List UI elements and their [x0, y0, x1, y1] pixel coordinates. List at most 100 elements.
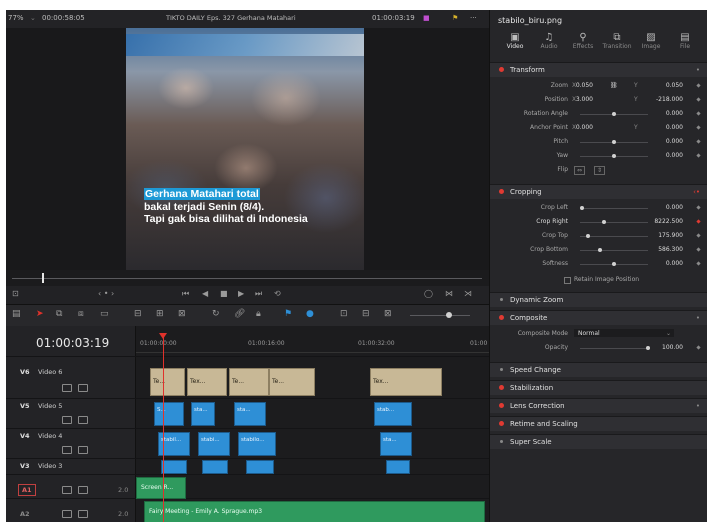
- enable-toggle-icon[interactable]: [499, 385, 504, 390]
- zoom-y-field[interactable]: 0.050: [666, 82, 683, 89]
- track-lock-icon[interactable]: [62, 384, 72, 392]
- keyframe-icon[interactable]: [696, 233, 701, 238]
- section-lens-correction[interactable]: Lens Correction •: [490, 398, 707, 413]
- slider-knob[interactable]: [612, 140, 616, 144]
- image-clip[interactable]: [202, 460, 228, 474]
- tab-transition[interactable]: ⧉ Transition: [602, 32, 632, 58]
- timeline-ruler[interactable]: 01:00:00:00 01:00:16:00 01:00:32:00 01:0…: [136, 338, 489, 353]
- image-clip[interactable]: stabi...: [198, 432, 230, 456]
- enable-toggle-icon[interactable]: [499, 315, 504, 320]
- track-id[interactable]: A1: [18, 484, 36, 496]
- retain-checkbox[interactable]: [564, 277, 571, 284]
- scrub-handle[interactable]: [42, 273, 44, 283]
- enable-toggle-icon[interactable]: [499, 67, 504, 72]
- stop-icon[interactable]: ■: [220, 289, 228, 298]
- lock-icon[interactable]: 🔒︎: [256, 309, 261, 319]
- crop-left-field[interactable]: 0.000: [666, 204, 683, 211]
- enable-toggle-icon[interactable]: [499, 403, 504, 408]
- color-flag-icon[interactable]: ■: [423, 14, 430, 22]
- pitch-field[interactable]: 0.000: [666, 138, 683, 145]
- text-clip[interactable]: Te...: [150, 368, 185, 396]
- loop-icon[interactable]: ⟲: [274, 289, 281, 298]
- slider-knob[interactable]: [646, 346, 650, 350]
- keyframe-icon[interactable]: [696, 97, 701, 102]
- play-reverse-icon[interactable]: ◀: [202, 289, 208, 298]
- tab-file[interactable]: ▤ File: [670, 32, 700, 58]
- snapping-icon[interactable]: ↻: [212, 309, 220, 319]
- slider-knob[interactable]: [598, 248, 602, 252]
- crop-bottom-slider[interactable]: [580, 250, 648, 251]
- keyframe-icon[interactable]: [696, 125, 701, 130]
- anchor-x-field[interactable]: 0.000: [576, 124, 593, 131]
- layout-icon[interactable]: ▤: [12, 309, 21, 319]
- track-lock-icon[interactable]: [62, 416, 72, 424]
- reset-icon[interactable]: •: [696, 66, 700, 74]
- keyframe-icon[interactable]: [696, 83, 701, 88]
- crop-top-field[interactable]: 175.900: [658, 232, 683, 239]
- dynamic-trim-icon[interactable]: ⧈: [78, 309, 84, 319]
- position-x-field[interactable]: 3.000: [576, 96, 593, 103]
- audio-clip[interactable]: Screen R...: [136, 477, 186, 499]
- slider-knob[interactable]: [586, 234, 590, 238]
- keyframe-icon[interactable]: [696, 219, 701, 224]
- keyframe-icon[interactable]: [696, 261, 701, 266]
- slider-knob[interactable]: [580, 206, 584, 210]
- keyframe-icon[interactable]: [696, 153, 701, 158]
- tab-video[interactable]: ▣ Video: [500, 32, 530, 58]
- text-clip[interactable]: Tex...: [187, 368, 227, 396]
- more-icon[interactable]: ···: [470, 14, 477, 22]
- blade-tool-icon[interactable]: ▭: [100, 309, 109, 319]
- zoom-detail-icon[interactable]: ⊟: [362, 309, 370, 319]
- image-clip[interactable]: S...: [154, 402, 184, 426]
- scrub-bar[interactable]: [6, 270, 489, 286]
- section-dynamic-zoom[interactable]: Dynamic Zoom: [490, 292, 707, 307]
- replace-clip-icon[interactable]: ⊠: [178, 309, 186, 319]
- match-frame-icon[interactable]: ◯: [424, 289, 433, 298]
- image-clip[interactable]: sta...: [191, 402, 215, 426]
- section-transform[interactable]: Transform •: [490, 62, 707, 77]
- track-name[interactable]: Video 6: [38, 368, 62, 376]
- crop-right-slider[interactable]: [580, 222, 648, 223]
- image-clip[interactable]: stab...: [374, 402, 412, 426]
- timeline-zoom-slider[interactable]: [410, 315, 470, 316]
- audio-clip[interactable]: Fairy Meeting - Emily A. Sprague.mp3: [144, 501, 485, 522]
- keyframe-icon[interactable]: [696, 247, 701, 252]
- track-enable-icon[interactable]: [78, 416, 88, 424]
- zoom-full-icon[interactable]: ⊡: [340, 309, 348, 319]
- track-lock-icon[interactable]: [62, 510, 72, 518]
- keyframe-icon[interactable]: [696, 111, 701, 116]
- slider-knob[interactable]: [612, 154, 616, 158]
- anchor-y-field[interactable]: 0.000: [666, 124, 683, 131]
- enable-toggle-icon[interactable]: [500, 368, 503, 371]
- image-clip[interactable]: [246, 460, 274, 474]
- section-composite[interactable]: Composite •: [490, 310, 707, 325]
- zoom-custom-icon[interactable]: ⊠: [384, 309, 392, 319]
- tab-image[interactable]: ▨ Image: [636, 32, 666, 58]
- image-clip[interactable]: sta...: [234, 402, 266, 426]
- enable-toggle-icon[interactable]: [500, 440, 503, 443]
- audio-scrub-icon[interactable]: ‹ • ›: [98, 289, 114, 298]
- go-to-end-icon[interactable]: ⏭: [255, 289, 262, 299]
- insert-clip-icon[interactable]: ⊟: [134, 309, 142, 319]
- selection-tool-icon[interactable]: ➤: [36, 309, 44, 319]
- track-solo-icon[interactable]: [78, 486, 88, 494]
- link-icon[interactable]: ⛓: [610, 82, 618, 89]
- overwrite-clip-icon[interactable]: ⊞: [156, 309, 164, 319]
- playhead[interactable]: [163, 336, 164, 522]
- reset-icon[interactable]: ‹•: [693, 188, 700, 196]
- keyframe-icon[interactable]: [696, 139, 701, 144]
- softness-field[interactable]: 0.000: [666, 260, 683, 267]
- text-clip[interactable]: Te...: [269, 368, 315, 396]
- opacity-slider[interactable]: [580, 348, 648, 349]
- section-retime-scaling[interactable]: Retime and Scaling: [490, 416, 707, 431]
- section-stabilization[interactable]: Stabilization: [490, 380, 707, 395]
- crop-left-slider[interactable]: [580, 208, 648, 209]
- mark-out-icon[interactable]: ⋊: [464, 289, 472, 298]
- image-clip[interactable]: [161, 460, 187, 474]
- track-id[interactable]: A2: [20, 510, 30, 518]
- zoom-x-field[interactable]: 0.050: [576, 82, 593, 89]
- crop-top-slider[interactable]: [580, 236, 648, 237]
- track-lock-icon[interactable]: [62, 486, 72, 494]
- track-solo-icon[interactable]: [78, 510, 88, 518]
- track-enable-icon[interactable]: [78, 446, 88, 454]
